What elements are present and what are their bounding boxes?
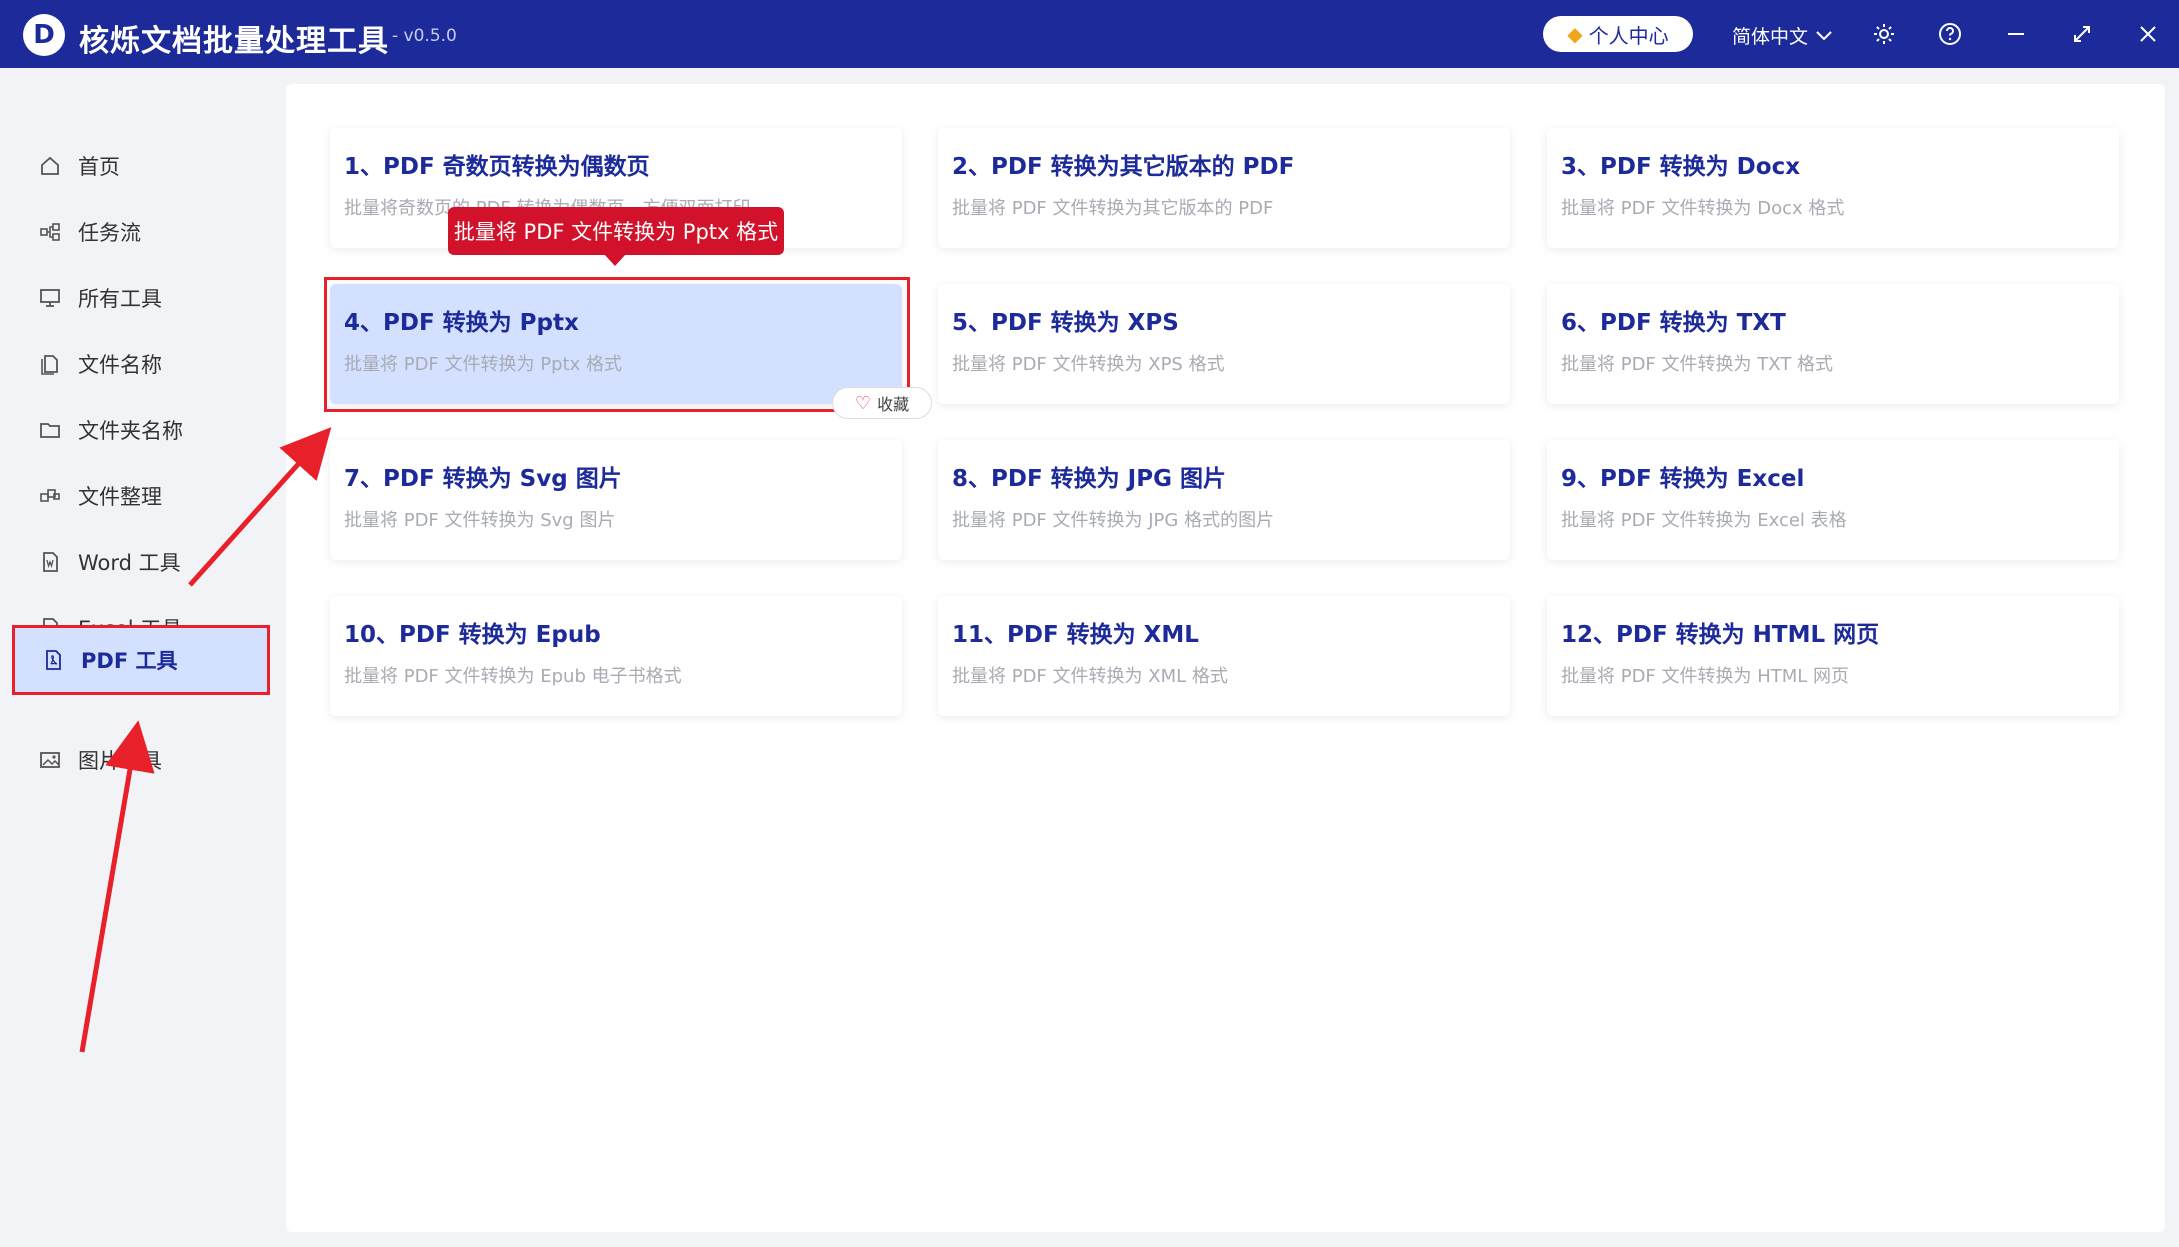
app-logo: D — [23, 14, 65, 56]
tool-card-8[interactable]: 8、PDF 转换为 JPG 图片 批量将 PDF 文件转换为 JPG 格式的图片 — [938, 440, 1510, 560]
word-icon — [38, 551, 62, 573]
sidebar-item-label: PDF 工具 — [81, 649, 178, 673]
sidebar-item-all-tools[interactable]: 所有工具 — [12, 267, 270, 329]
sidebar: 首页 任务流 所有工具 文件名称 文件夹名称 文件整理 Word 工具 PDF … — [0, 68, 286, 1247]
user-center-button[interactable]: ◆ 个人中心 — [1543, 16, 1693, 52]
card-description: 批量将 PDF 文件转换为 Svg 图片 — [344, 510, 616, 531]
heart-icon: ♡ — [854, 392, 872, 414]
tool-card-10[interactable]: 10、PDF 转换为 Epub 批量将 PDF 文件转换为 Epub 电子书格式 — [330, 596, 902, 716]
sidebar-item-image-tools[interactable]: 图片工具 — [12, 729, 270, 791]
tool-card-11[interactable]: 11、PDF 转换为 XML 批量将 PDF 文件转换为 XML 格式 — [938, 596, 1510, 716]
sidebar-item-label: 首页 — [78, 155, 120, 179]
user-center-label: 个人中心 — [1588, 23, 1669, 48]
sidebar-item-file-organize[interactable]: 文件整理 — [12, 465, 270, 527]
sidebar-item-label: 文件名称 — [78, 353, 162, 377]
pdf-icon — [41, 649, 65, 671]
sidebar-item-folder-name[interactable]: 文件夹名称 — [12, 399, 270, 461]
card-title: 3、PDF 转换为 Docx — [1561, 154, 1801, 180]
card-description: 批量将 PDF 文件转换为其它版本的 PDF — [952, 198, 1274, 219]
file-icon — [38, 353, 62, 375]
organize-icon — [38, 485, 62, 507]
card-title: 9、PDF 转换为 Excel — [1561, 466, 1805, 492]
card-description: 批量将 PDF 文件转换为 Docx 格式 — [1561, 198, 1845, 219]
sidebar-item-file-name[interactable]: 文件名称 — [12, 333, 270, 395]
sidebar-item-label: 文件整理 — [78, 485, 162, 509]
sidebar-item-home[interactable]: 首页 — [12, 135, 270, 197]
sidebar-item-workflow[interactable]: 任务流 — [12, 201, 270, 263]
card-title: 7、PDF 转换为 Svg 图片 — [344, 466, 622, 492]
diamond-icon: ◆ — [1567, 22, 1583, 46]
monitor-icon — [38, 287, 62, 309]
sidebar-item-label: 所有工具 — [78, 287, 162, 311]
chevron-down-icon — [1816, 30, 1832, 40]
card-description: 批量将 PDF 文件转换为 Excel 表格 — [1561, 510, 1847, 531]
home-icon — [38, 155, 62, 177]
tool-card-3[interactable]: 3、PDF 转换为 Docx 批量将 PDF 文件转换为 Docx 格式 — [1547, 128, 2119, 248]
card-title: 11、PDF 转换为 XML — [952, 622, 1199, 648]
card-description: 批量将 PDF 文件转换为 HTML 网页 — [1561, 666, 1850, 687]
gear-icon[interactable] — [1868, 18, 1900, 50]
close-icon[interactable] — [2132, 18, 2164, 50]
tool-card-12[interactable]: 12、PDF 转换为 HTML 网页 批量将 PDF 文件转换为 HTML 网页 — [1547, 596, 2119, 716]
card-title: 6、PDF 转换为 TXT — [1561, 310, 1786, 336]
tool-card-6[interactable]: 6、PDF 转换为 TXT 批量将 PDF 文件转换为 TXT 格式 — [1547, 284, 2119, 404]
card-description: 批量将 PDF 文件转换为 Epub 电子书格式 — [344, 666, 682, 687]
tooltip: 批量将 PDF 文件转换为 Pptx 格式 — [448, 207, 784, 266]
sidebar-item-word-tools[interactable]: Word 工具 — [12, 531, 270, 593]
card-title: 12、PDF 转换为 HTML 网页 — [1561, 622, 1880, 648]
maximize-icon[interactable] — [2066, 18, 2098, 50]
workflow-icon — [38, 221, 62, 243]
tool-card-5[interactable]: 5、PDF 转换为 XPS 批量将 PDF 文件转换为 XPS 格式 — [938, 284, 1510, 404]
tool-card-7[interactable]: 7、PDF 转换为 Svg 图片 批量将 PDF 文件转换为 Svg 图片 — [330, 440, 902, 560]
help-icon[interactable] — [1934, 18, 1966, 50]
card-title: 10、PDF 转换为 Epub — [344, 622, 601, 648]
sidebar-item-pdf-tools[interactable]: PDF 工具 — [12, 625, 270, 695]
app-title: 核烁文档批量处理工具 — [79, 24, 389, 59]
tool-card-2[interactable]: 2、PDF 转换为其它版本的 PDF 批量将 PDF 文件转换为其它版本的 PD… — [938, 128, 1510, 248]
card-description: 批量将 PDF 文件转换为 XML 格式 — [952, 666, 1228, 687]
image-icon — [38, 749, 62, 771]
card-description: 批量将 PDF 文件转换为 XPS 格式 — [952, 354, 1225, 375]
highlight-box — [324, 277, 910, 412]
folder-icon — [38, 419, 62, 441]
card-title: 2、PDF 转换为其它版本的 PDF — [952, 154, 1295, 180]
app-version: - v0.5.0 — [392, 26, 457, 46]
favorite-button[interactable]: ♡ 收藏 — [832, 387, 932, 419]
language-select[interactable]: 简体中文 — [1732, 22, 1832, 49]
card-title: 1、PDF 奇数页转换为偶数页 — [344, 154, 650, 180]
sidebar-item-label: Word 工具 — [78, 551, 181, 575]
language-label: 简体中文 — [1732, 26, 1809, 48]
card-description: 批量将 PDF 文件转换为 JPG 格式的图片 — [952, 510, 1275, 531]
minimize-icon[interactable] — [2000, 18, 2032, 50]
sidebar-item-label: 任务流 — [78, 221, 141, 245]
title-bar: D 核烁文档批量处理工具 - v0.5.0 ◆ 个人中心 简体中文 — [0, 0, 2179, 68]
card-title: 5、PDF 转换为 XPS — [952, 310, 1179, 336]
favorite-label: 收藏 — [877, 395, 910, 414]
tool-card-9[interactable]: 9、PDF 转换为 Excel 批量将 PDF 文件转换为 Excel 表格 — [1547, 440, 2119, 560]
card-title: 8、PDF 转换为 JPG 图片 — [952, 466, 1226, 492]
card-description: 批量将 PDF 文件转换为 TXT 格式 — [1561, 354, 1833, 375]
sidebar-item-label: 文件夹名称 — [78, 419, 183, 443]
sidebar-item-label: 图片工具 — [78, 749, 162, 773]
